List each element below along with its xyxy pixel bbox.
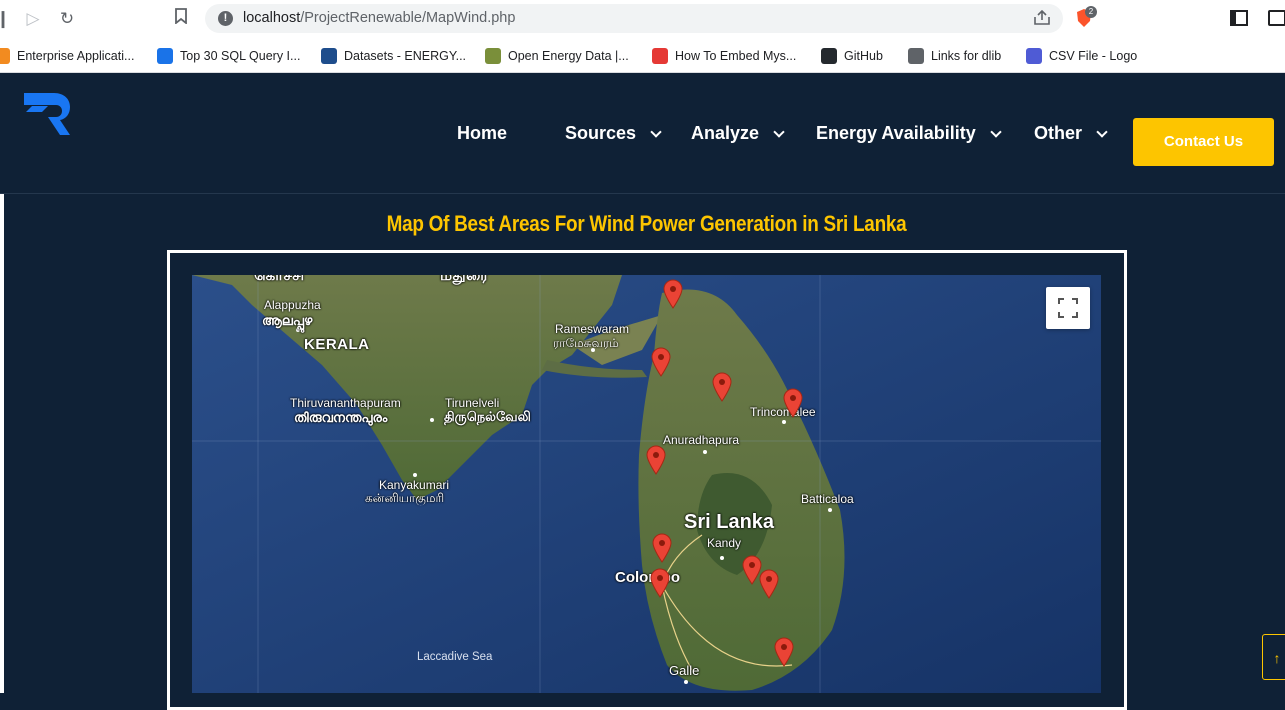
nav-energy-availability[interactable]: Energy Availability — [816, 123, 1002, 144]
map-label-rameswaram: Rameswaram — [555, 322, 630, 336]
bookmark-favicon-icon — [652, 48, 668, 64]
bookmark-favicon-icon — [821, 48, 837, 64]
brave-shield-icon[interactable]: 2 — [1075, 6, 1097, 28]
chevron-down-icon — [1096, 125, 1108, 138]
map-label-galle: Galle — [669, 663, 700, 678]
bookmark-item[interactable]: How To Embed Mys... — [652, 47, 796, 65]
map-marker-icon[interactable] — [646, 445, 666, 475]
map-label-kandy: Kandy — [707, 536, 742, 550]
share-icon[interactable] — [1033, 10, 1051, 26]
browser-toolbar: ❙ ▷ ↻ ! localhost/ProjectRenewable/MapWi… — [0, 0, 1285, 38]
page-title: Map Of Best Areas For Wind Power Generat… — [386, 211, 907, 236]
bookmark-item[interactable]: Links for dlib — [908, 47, 1001, 65]
back-icon[interactable]: ❙ — [0, 8, 14, 30]
url-path: /ProjectRenewable/MapWind.php — [300, 10, 516, 26]
contact-us-button[interactable]: Contact Us — [1133, 118, 1274, 166]
map-label-thiruvananthapuram-local: തിരുവനന്തപുരം — [294, 410, 388, 425]
url-host: localhost — [243, 10, 301, 26]
bookmarks-bar: Enterprise Applicati... Top 30 SQL Query … — [0, 38, 1285, 73]
map-label-anuradhapura: Anuradhapura — [663, 433, 740, 447]
sidebar-toggle-icon[interactable] — [1230, 10, 1248, 26]
address-bar[interactable]: ! localhost/ProjectRenewable/MapWind.php — [205, 4, 1063, 33]
bookmark-favicon-icon — [1026, 48, 1042, 64]
map-label-colombo: Colombo — [615, 569, 680, 586]
bookmark-favicon-icon — [157, 48, 173, 64]
chevron-down-icon — [773, 125, 785, 138]
map-label-alappuzha-local: ആലപ്പുഴ — [262, 313, 313, 328]
bookmark-label: Links for dlib — [931, 49, 1002, 63]
bookmark-icon[interactable] — [170, 8, 192, 30]
site-info-icon[interactable]: ! — [218, 11, 233, 26]
bookmark-label: How To Embed Mys... — [675, 49, 797, 63]
chevron-down-icon — [650, 125, 662, 138]
wallet-icon[interactable] — [1268, 10, 1285, 26]
bookmark-label: Top 30 SQL Query I... — [180, 49, 301, 63]
bookmark-label: Datasets - ENERGY... — [344, 49, 467, 63]
back-to-top-button[interactable]: ↑ — [1262, 634, 1285, 680]
map-marker-icon[interactable] — [759, 569, 779, 599]
map-marker-icon[interactable] — [663, 279, 683, 309]
map-label-thiruvananthapuram: Thiruvananthapuram — [290, 396, 401, 410]
nav-sources[interactable]: Sources — [565, 123, 662, 144]
nav-analyze[interactable]: Analyze — [691, 123, 785, 144]
map-label-batticaloa: Batticaloa — [801, 492, 854, 506]
bookmark-item[interactable]: Datasets - ENERGY... — [321, 47, 466, 65]
bookmark-item[interactable]: CSV File - Logo — [1026, 47, 1137, 65]
map-label-kerala: KERALA — [304, 336, 370, 353]
bookmark-item[interactable]: GitHub — [821, 47, 883, 65]
map-marker-icon[interactable] — [774, 637, 794, 667]
bookmark-favicon-icon — [485, 48, 501, 64]
map-marker-icon[interactable] — [712, 372, 732, 402]
embedded-map[interactable]: கொச்சி மதுரை Alappuzha ആലപ്പുഴ KERALA Ra… — [192, 275, 1101, 693]
bookmark-label: CSV File - Logo — [1049, 49, 1138, 63]
bookmark-item[interactable]: Enterprise Applicati... — [0, 47, 134, 65]
map-marker-icon[interactable] — [650, 568, 670, 598]
map-label-alappuzha: Alappuzha — [264, 298, 321, 312]
bookmark-favicon-icon — [908, 48, 924, 64]
map-marker-icon[interactable] — [652, 533, 672, 563]
forward-icon[interactable]: ▷ — [22, 8, 44, 30]
brave-badge: 2 — [1085, 6, 1097, 18]
map-label-rameswaram-local: ராமேசுவரம் — [553, 336, 619, 350]
map-label-madurai: மதுரை — [440, 275, 489, 284]
site-header: Home Sources Analyze Energy Availability… — [0, 73, 1285, 194]
bookmark-favicon-icon — [0, 48, 10, 64]
fullscreen-icon — [1058, 298, 1078, 318]
map-label-sri-lanka: Sri Lanka — [684, 511, 775, 533]
map-label-laccadive-sea: Laccadive Sea — [417, 651, 493, 663]
nav-other[interactable]: Other — [1034, 123, 1108, 144]
map-label-kochi: கொச்சி — [254, 275, 305, 284]
map-label-tirunelveli-local: திருநெல்வேலி — [444, 409, 531, 424]
bookmark-item[interactable]: Top 30 SQL Query I... — [157, 47, 300, 65]
fullscreen-button[interactable] — [1046, 287, 1090, 329]
site-logo[interactable] — [22, 91, 74, 137]
map-label-tirunelveli: Tirunelveli — [445, 396, 500, 410]
bookmark-favicon-icon — [321, 48, 337, 64]
map-marker-icon[interactable] — [651, 347, 671, 377]
map-label-kanyakumari: Kanyakumari — [379, 478, 450, 492]
bookmark-label: Open Energy Data |... — [508, 49, 629, 63]
bookmark-label: Enterprise Applicati... — [17, 49, 135, 63]
reload-icon[interactable]: ↻ — [56, 8, 78, 30]
bookmark-label: GitHub — [844, 49, 883, 63]
map-marker-icon[interactable] — [783, 388, 803, 418]
chevron-down-icon — [990, 125, 1002, 138]
left-edge — [0, 194, 4, 693]
map-label-kanyakumari-local: கன்னியாகுமரி — [365, 491, 445, 505]
nav-home[interactable]: Home — [457, 123, 507, 144]
bookmark-item[interactable]: Open Energy Data |... — [485, 47, 629, 65]
